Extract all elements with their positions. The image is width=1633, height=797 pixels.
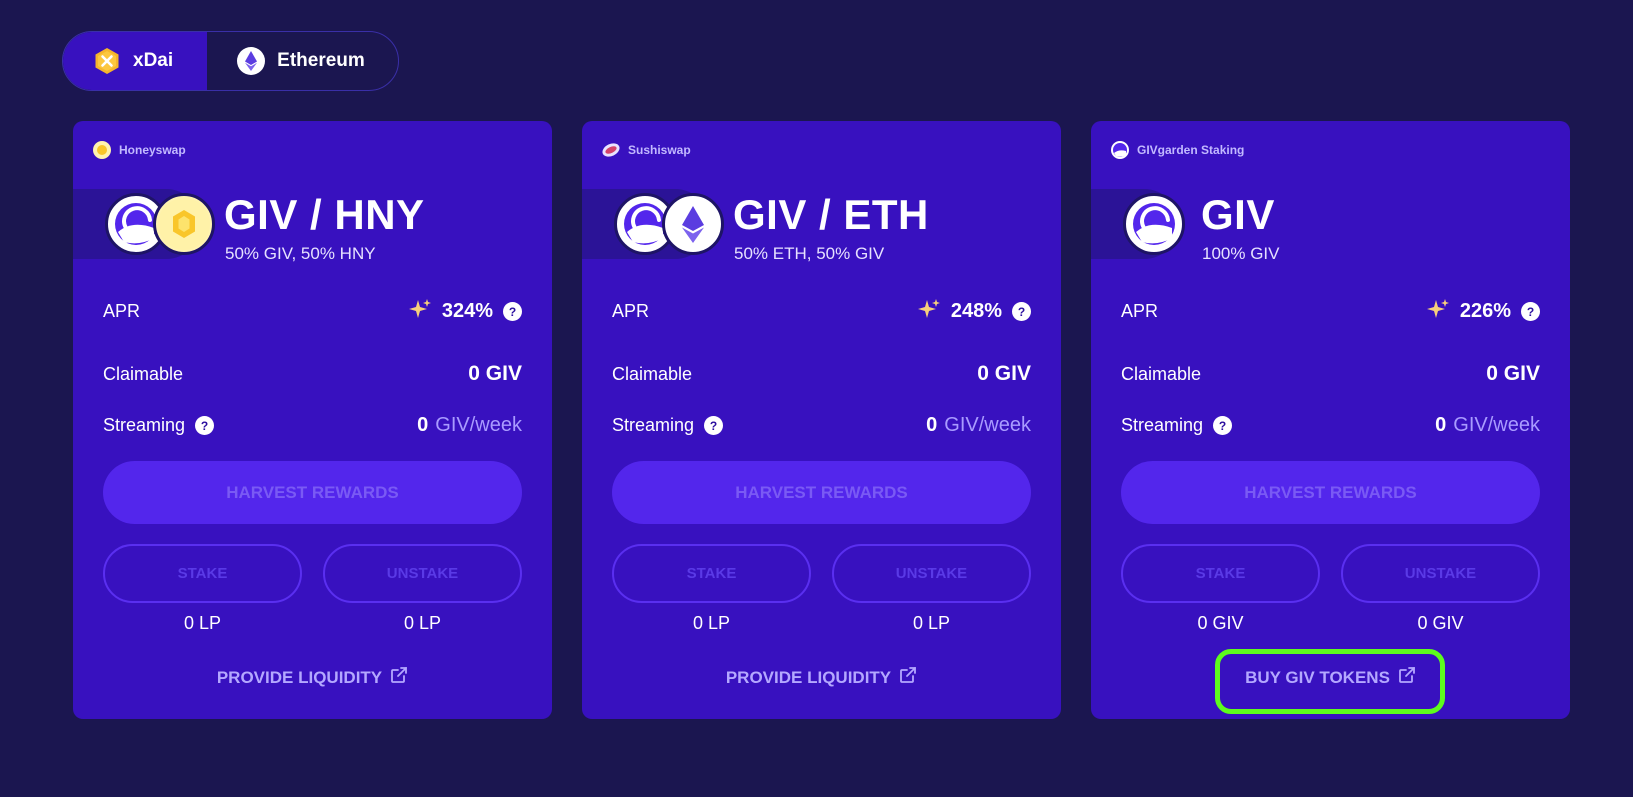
apr-label: APR xyxy=(612,301,650,321)
farm-card-giv: GIVgarden Staking GIV 100% GIV APR 226% … xyxy=(1091,121,1570,719)
streaming-value: 0 xyxy=(1435,414,1447,436)
unstake-button[interactable]: UNSTAKE xyxy=(323,544,522,603)
harvest-rewards-button[interactable]: HARVEST REWARDS xyxy=(1121,461,1540,524)
network-tab-ethereum[interactable]: Ethereum xyxy=(207,32,398,90)
link-label: BUY GIV TOKENS xyxy=(1245,667,1390,687)
farm-cards: Honeyswap GIV / HNY 50% GIV, 50% HNY APR… xyxy=(73,121,1570,719)
claimable-value: 0 GIV xyxy=(977,362,1031,385)
harvest-rewards-button[interactable]: HARVEST REWARDS xyxy=(103,461,522,524)
pair-title: GIV xyxy=(1201,191,1275,238)
ethereum-icon xyxy=(237,47,266,75)
stake-amount: 0 GIV xyxy=(1197,613,1244,633)
apr-value: 324% xyxy=(441,300,493,322)
stake-amount: 0 LP xyxy=(692,613,731,633)
claimable-label: Claimable xyxy=(612,363,693,384)
stake-button[interactable]: STAKE xyxy=(612,544,811,603)
streaming-row: Streaming ? 0 GIV/week xyxy=(612,414,1031,437)
link-label: PROVIDE LIQUIDITY xyxy=(725,667,892,687)
eth-token-icon xyxy=(662,193,724,255)
help-icon[interactable]: ? xyxy=(195,416,215,435)
network-switch: xDai Ethereum xyxy=(62,31,399,91)
token-icons xyxy=(614,191,724,257)
external-link-icon xyxy=(390,666,408,689)
unstake-button[interactable]: UNSTAKE xyxy=(832,544,1031,603)
claimable-row: Claimable 0 GIV xyxy=(1121,362,1540,386)
help-icon[interactable]: ? xyxy=(503,302,522,321)
token-icons xyxy=(1123,191,1185,257)
platform-label: GIVgarden Staking xyxy=(1111,141,1244,159)
claimable-value: 0 GIV xyxy=(1486,362,1540,385)
claimable-row: Claimable 0 GIV xyxy=(612,362,1031,386)
claimable-value: 0 GIV xyxy=(468,362,522,385)
streaming-row: Streaming ? 0 GIV/week xyxy=(103,414,522,437)
apr-row: APR 324% ? xyxy=(103,297,522,326)
network-tab-xdai[interactable]: xDai xyxy=(63,32,208,90)
claimable-label: Claimable xyxy=(1121,363,1202,384)
stake-button[interactable]: STAKE xyxy=(103,544,302,603)
hny-token-icon xyxy=(153,193,215,255)
apr-value: 226% xyxy=(1459,300,1511,322)
provide-liquidity-link[interactable]: PROVIDE LIQUIDITY xyxy=(582,666,1061,689)
xdai-icon xyxy=(93,47,121,75)
help-icon[interactable]: ? xyxy=(1521,302,1540,321)
external-link-icon xyxy=(1398,666,1416,689)
link-label: PROVIDE LIQUIDITY xyxy=(216,667,383,687)
sparkle-icon xyxy=(408,297,432,326)
sushiswap-icon xyxy=(602,141,620,159)
claimable-label: Claimable xyxy=(103,363,184,384)
pair-composition: 50% GIV, 50% HNY xyxy=(225,244,376,263)
external-link-icon xyxy=(899,666,917,689)
streaming-label: Streaming xyxy=(1121,415,1204,435)
givgarden-icon xyxy=(1111,141,1129,159)
buy-giv-tokens-link[interactable]: BUY GIV TOKENS xyxy=(1091,666,1570,689)
unstake-amount: 0 GIV xyxy=(1417,613,1464,633)
network-label: Ethereum xyxy=(277,50,365,71)
sparkle-icon xyxy=(917,297,941,326)
apr-row: APR 248% ? xyxy=(612,297,1031,326)
farm-card-giv-eth: Sushiswap GIV / ETH 50% ETH, 50% GIV APR… xyxy=(582,121,1061,719)
network-label: xDai xyxy=(133,50,174,71)
streaming-unit: GIV/week xyxy=(1453,414,1540,436)
honeyswap-icon xyxy=(93,141,111,159)
platform-label: Sushiswap xyxy=(602,141,691,159)
stake-amount: 0 LP xyxy=(183,613,222,633)
apr-label: APR xyxy=(103,301,141,321)
pair-composition: 50% ETH, 50% GIV xyxy=(734,244,885,263)
help-icon[interactable]: ? xyxy=(1213,416,1233,435)
apr-row: APR 226% ? xyxy=(1121,297,1540,326)
token-icons xyxy=(105,191,215,257)
farm-card-giv-hny: Honeyswap GIV / HNY 50% GIV, 50% HNY APR… xyxy=(73,121,552,719)
streaming-label: Streaming xyxy=(103,415,186,435)
sparkle-icon xyxy=(1426,297,1450,326)
harvest-rewards-button[interactable]: HARVEST REWARDS xyxy=(612,461,1031,524)
apr-value: 248% xyxy=(950,300,1002,322)
unstake-amount: 0 LP xyxy=(403,613,442,633)
streaming-row: Streaming ? 0 GIV/week xyxy=(1121,414,1540,437)
streaming-unit: GIV/week xyxy=(435,414,522,436)
streaming-value: 0 xyxy=(417,414,429,436)
apr-label: APR xyxy=(1121,301,1159,321)
claimable-row: Claimable 0 GIV xyxy=(103,362,522,386)
help-icon[interactable]: ? xyxy=(1012,302,1031,321)
giv-token-icon xyxy=(1123,193,1185,255)
pair-title: GIV / ETH xyxy=(733,191,929,238)
unstake-button[interactable]: UNSTAKE xyxy=(1341,544,1540,603)
streaming-label: Streaming xyxy=(612,415,695,435)
platform-label: Honeyswap xyxy=(93,141,186,159)
provide-liquidity-link[interactable]: PROVIDE LIQUIDITY xyxy=(73,666,552,689)
pair-title: GIV / HNY xyxy=(224,191,425,238)
streaming-unit: GIV/week xyxy=(944,414,1031,436)
streaming-value: 0 xyxy=(926,414,938,436)
unstake-amount: 0 LP xyxy=(912,613,951,633)
stake-button[interactable]: STAKE xyxy=(1121,544,1320,603)
help-icon[interactable]: ? xyxy=(704,416,724,435)
pair-composition: 100% GIV xyxy=(1202,244,1280,263)
